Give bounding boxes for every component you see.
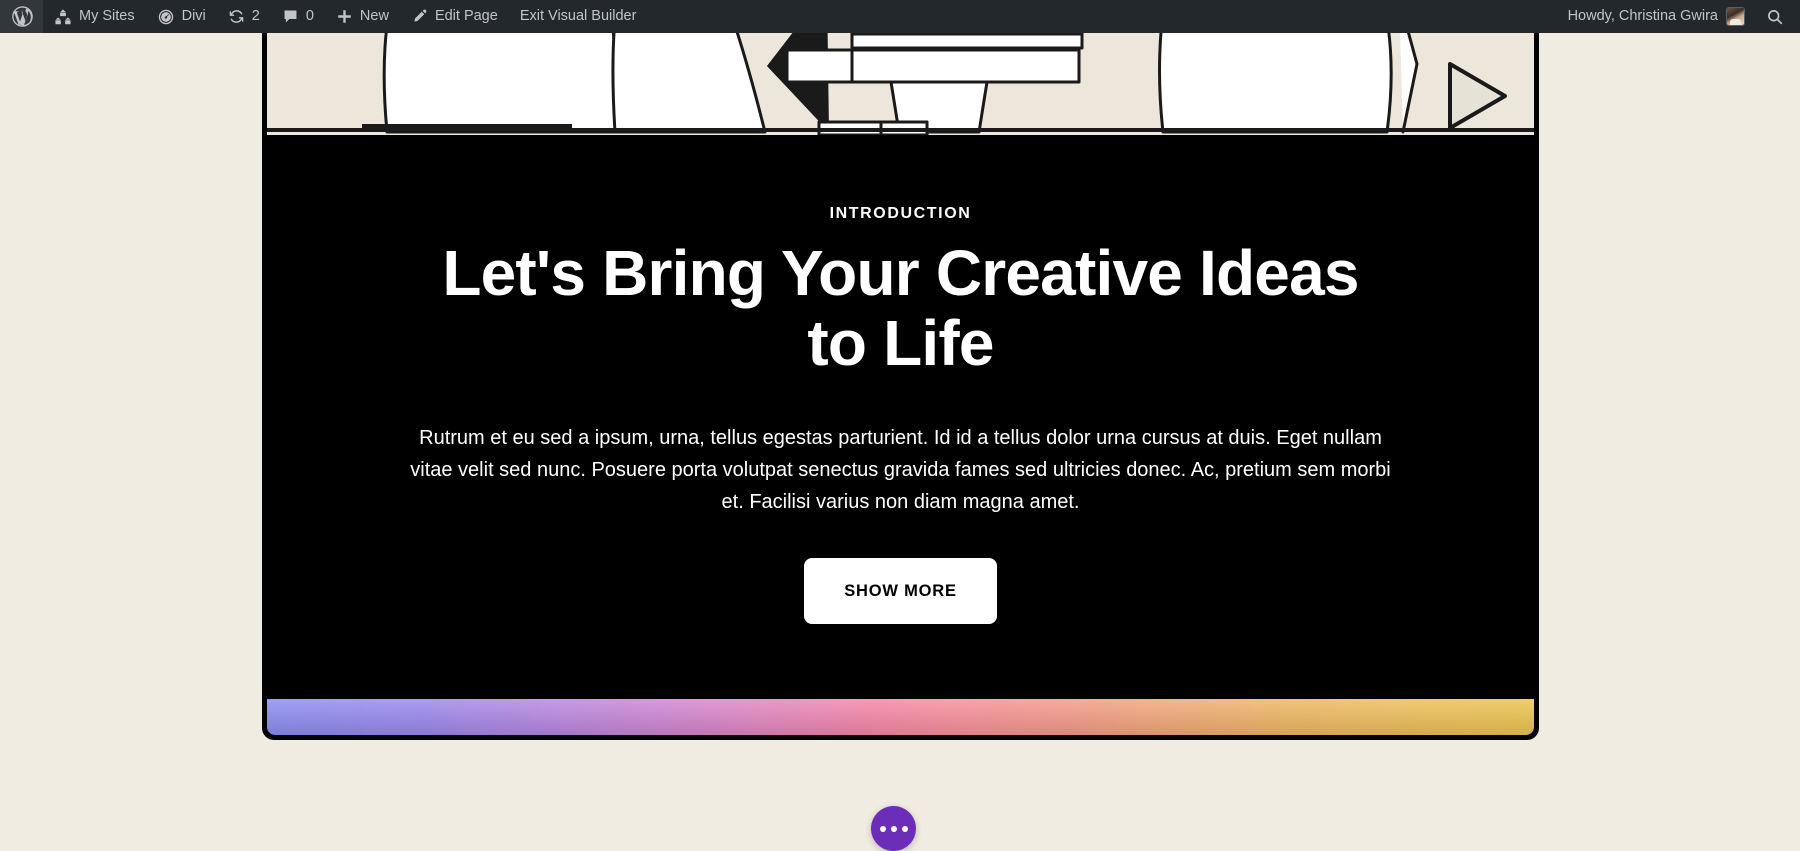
page-title: Let's Bring Your Creative Ideas to Life — [442, 237, 1359, 379]
admin-bar-item-my-account[interactable]: Howdy, Christina Gwira — [1557, 0, 1752, 33]
pencil-icon — [411, 8, 428, 25]
admin-bar-item-comments[interactable]: 0 — [271, 0, 325, 33]
three-dots-icon-dot-1 — [879, 825, 886, 832]
gradient-divider-bar — [267, 699, 1534, 735]
admin-bar-item-edit-page[interactable]: Edit Page — [400, 0, 509, 33]
speedometer-icon — [157, 8, 175, 26]
illustration-person-at-desk — [267, 28, 1534, 135]
comment-bubble-icon — [282, 8, 299, 25]
avatar — [1727, 8, 1744, 25]
admin-bar-right-group: Howdy, Christina Gwira — [1557, 0, 1800, 33]
intro-section: INTRODUCTION Let's Bring Your Creative I… — [267, 135, 1534, 695]
admin-bar-item-updates[interactable]: 2 — [217, 0, 271, 33]
section-frame: INTRODUCTION Let's Bring Your Creative I… — [262, 28, 1539, 740]
updates-count: 2 — [251, 8, 260, 25]
admin-bar-label-divi: Divi — [181, 8, 206, 25]
admin-bar-item-new[interactable]: New — [325, 0, 400, 33]
page-canvas: INTRODUCTION Let's Bring Your Creative I… — [0, 28, 1800, 851]
wp-logo-menu-item[interactable] — [0, 0, 43, 33]
admin-bar-label-exit-visual-builder: Exit Visual Builder — [519, 8, 637, 25]
admin-bar-item-divi[interactable]: Divi — [146, 0, 217, 33]
illustration-line-art — [267, 28, 1534, 135]
buildings-icon — [54, 8, 72, 26]
wp-admin-bar: My Sites Divi 2 0 New Edit Page Exit Vis… — [0, 0, 1800, 33]
plus-icon — [336, 8, 353, 25]
admin-bar-label-my-sites: My Sites — [79, 8, 135, 25]
howdy-greeting: Howdy, Christina Gwira — [1567, 8, 1718, 25]
admin-bar-label-edit-page: Edit Page — [434, 8, 498, 25]
search-icon — [1766, 8, 1784, 26]
cta-wrapper: SHOW MORE — [307, 557, 1494, 625]
admin-bar-left-group: My Sites Divi 2 0 New Edit Page Exit Vis… — [0, 0, 647, 33]
section-eyebrow: INTRODUCTION — [829, 205, 972, 222]
admin-bar-item-exit-visual-builder[interactable]: Exit Visual Builder — [509, 0, 648, 33]
section-body-text: Rutrum et eu sed a ipsum, urna, tellus e… — [410, 426, 1391, 513]
admin-bar-label-new: New — [359, 8, 389, 25]
admin-bar-item-my-sites[interactable]: My Sites — [43, 0, 146, 33]
comments-count: 0 — [305, 8, 314, 25]
divi-builder-menu-button[interactable] — [871, 806, 916, 851]
admin-bar-search-button[interactable] — [1752, 0, 1800, 33]
update-arrows-icon — [228, 8, 245, 25]
show-more-button[interactable]: SHOW MORE — [804, 557, 997, 625]
three-dots-icon-dot-3 — [901, 825, 908, 832]
wordpress-logo-icon — [12, 6, 33, 27]
three-dots-icon-dot-2 — [890, 825, 897, 832]
